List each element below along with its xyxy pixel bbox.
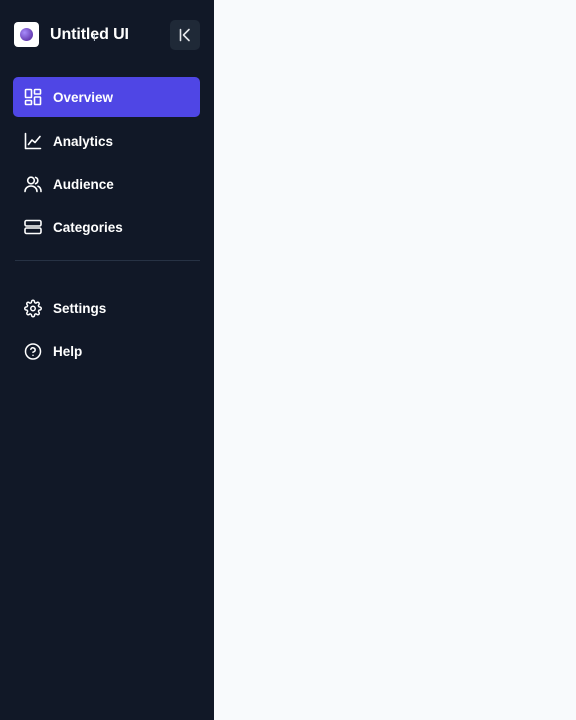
- sidebar-item-label: Audience: [53, 176, 114, 192]
- main-content-area: [214, 0, 576, 720]
- logo-mark-icon: [14, 22, 39, 47]
- sidebar-item-audience[interactable]: Audience: [13, 164, 200, 204]
- line-chart-icon: [24, 132, 42, 150]
- sidebar-item-label: Settings: [53, 300, 107, 316]
- sidebar-item-overview[interactable]: Overview: [13, 77, 200, 117]
- collapse-left-icon: [179, 28, 190, 42]
- sidebar-item-label: Overview: [53, 89, 114, 105]
- sidebar-item-settings[interactable]: Settings: [13, 288, 200, 328]
- sidebar-item-help[interactable]: Help: [13, 331, 200, 371]
- brand-name: Untitled UI: [50, 25, 129, 43]
- brand[interactable]: Untitled UI: [14, 22, 129, 47]
- users-icon: [24, 175, 42, 193]
- sidebar-divider: [15, 260, 200, 261]
- sidebar-item-analytics[interactable]: Analytics: [13, 121, 200, 161]
- stack-icon: [24, 218, 42, 236]
- sidebar-item-categories[interactable]: Categories: [13, 207, 200, 247]
- logo-dot: [20, 28, 33, 41]
- sidebar: Untitled UI I Overview Analytics Audienc…: [0, 0, 214, 720]
- gear-icon: [24, 299, 42, 317]
- grid-icon: [24, 88, 42, 106]
- help-circle-icon: [24, 342, 42, 360]
- collapse-sidebar-button[interactable]: [170, 20, 200, 50]
- text-cursor-icon: I: [93, 33, 96, 44]
- sidebar-item-label: Categories: [53, 219, 123, 235]
- sidebar-item-label: Analytics: [53, 133, 114, 149]
- sidebar-item-label: Help: [53, 343, 83, 359]
